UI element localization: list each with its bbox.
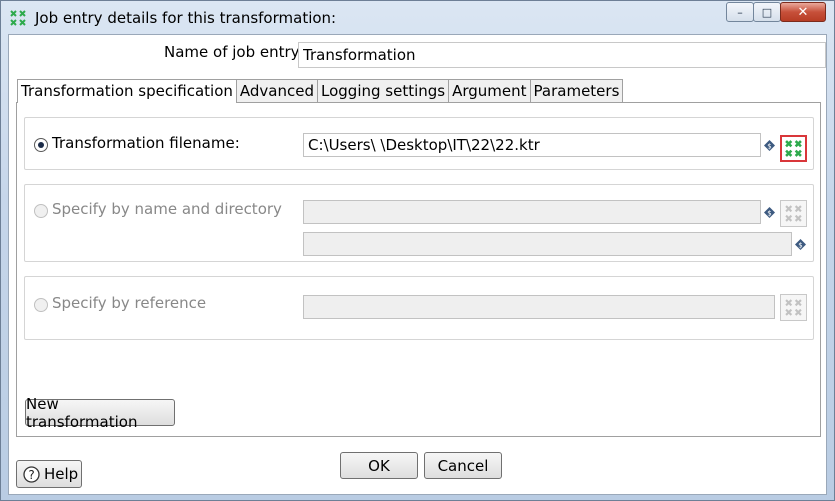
browse-file-button[interactable] <box>780 135 807 162</box>
variable-icon: $ <box>764 140 775 151</box>
name-directory-group: Specify by name and directory $ $ <box>24 184 814 262</box>
tab-parameters[interactable]: Parameters <box>529 79 624 102</box>
reference-label: Specify by reference <box>52 294 207 312</box>
browse-repository-button[interactable] <box>780 200 807 227</box>
tab-argument[interactable]: Argument <box>448 79 531 102</box>
reference-group: Specify by reference <box>24 276 814 340</box>
maximize-button[interactable]: □ <box>753 2 781 22</box>
kettle-browse-icon-disabled <box>785 205 802 222</box>
cancel-button[interactable]: Cancel <box>424 452 502 479</box>
tab-transformation-specification[interactable]: Transformation specification <box>17 79 237 103</box>
kettle-browse-icon-disabled <box>785 299 802 316</box>
transformation-name-input[interactable] <box>303 200 761 224</box>
browse-reference-button[interactable] <box>780 294 807 321</box>
minimize-icon: – <box>737 5 743 19</box>
filename-label: Transformation filename: <box>52 134 240 152</box>
svg-text:?: ? <box>28 468 34 482</box>
dialog-client-area: Name of job entry: Transformation specif… <box>8 34 827 495</box>
close-button[interactable]: ✕ <box>780 2 826 22</box>
transformation-specification-panel: Transformation filename: C:\Users\ \Desk… <box>16 102 821 437</box>
name-directory-radio[interactable] <box>34 204 48 218</box>
help-label: Help <box>44 465 79 483</box>
variable-icon: $ <box>795 239 806 250</box>
filename-input[interactable]: C:\Users\ \Desktop\IT\22\22.ktr <box>303 133 761 157</box>
close-icon: ✕ <box>797 4 809 20</box>
name-of-job-entry-label: Name of job entry: <box>164 43 304 61</box>
name-of-job-entry-input[interactable] <box>298 42 826 68</box>
reference-radio[interactable] <box>34 298 48 312</box>
kettle-app-icon <box>10 10 26 26</box>
svg-text:$: $ <box>798 242 802 250</box>
ok-button[interactable]: OK <box>340 452 418 479</box>
minimize-button[interactable]: – <box>726 2 754 22</box>
dialog-window: Job entry details for this transformatio… <box>0 0 835 501</box>
kettle-browse-icon <box>785 140 802 157</box>
help-icon: ? <box>23 465 40 483</box>
tab-advanced[interactable]: Advanced <box>235 79 318 102</box>
help-button[interactable]: ? Help <box>16 460 82 488</box>
filename-radio[interactable] <box>34 138 48 152</box>
maximize-icon: □ <box>761 5 773 19</box>
filename-group: Transformation filename: C:\Users\ \Desk… <box>24 117 814 170</box>
tab-logging-settings[interactable]: Logging settings <box>317 79 450 102</box>
variable-icon: $ <box>764 207 775 218</box>
tab-bar: Transformation specification Advanced Lo… <box>17 79 624 103</box>
name-directory-label: Specify by name and directory <box>52 200 282 218</box>
new-transformation-button[interactable]: New transformation <box>25 395 175 431</box>
svg-text:$: $ <box>767 210 771 218</box>
title-bar[interactable]: Job entry details for this transformatio… <box>1 1 834 35</box>
reference-input[interactable] <box>303 295 775 319</box>
window-title: Job entry details for this transformatio… <box>35 9 337 27</box>
directory-input[interactable] <box>303 232 792 256</box>
svg-text:$: $ <box>767 143 771 151</box>
